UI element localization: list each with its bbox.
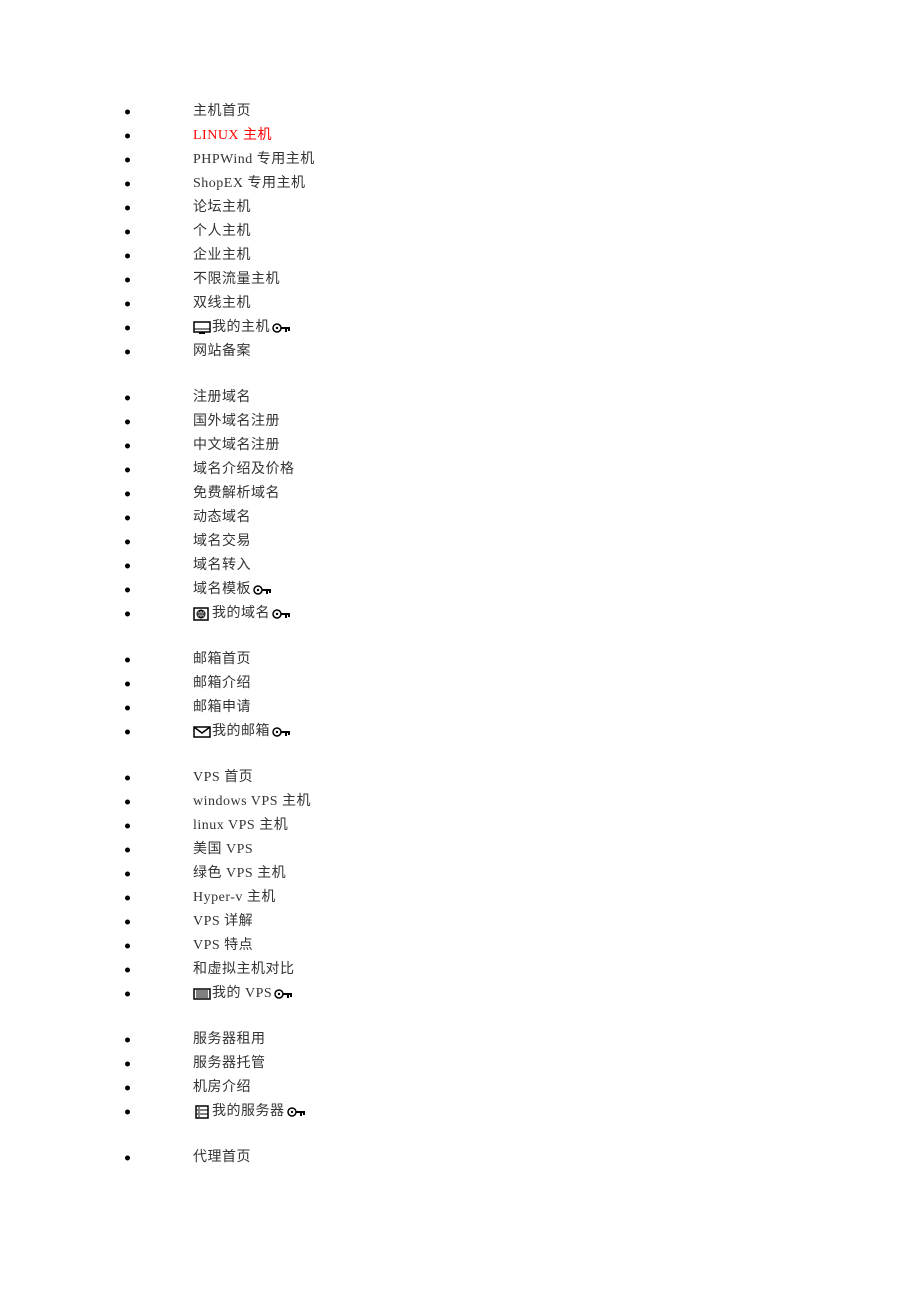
rack-icon: [193, 987, 211, 1001]
nav-item[interactable]: 双线主机: [120, 292, 920, 316]
nav-item-label: Hyper-v 主机: [193, 886, 276, 910]
nav-item-label: 我的主机: [212, 316, 270, 340]
nav-item-label: 免费解析域名: [193, 482, 280, 506]
nav-item[interactable]: 域名模板: [120, 578, 920, 602]
key-icon: [272, 608, 292, 620]
nav-item-label: 主机首页: [193, 100, 251, 124]
nav-item[interactable]: 代理首页: [120, 1146, 920, 1170]
key-icon: [274, 988, 294, 1000]
nav-item[interactable]: 域名交易: [120, 530, 920, 554]
nav-group-mail: 邮箱首页邮箱介绍邮箱申请我的邮箱: [120, 648, 920, 744]
key-icon: [287, 1106, 307, 1118]
nav-item-label: 论坛主机: [193, 196, 251, 220]
nav-item[interactable]: 主机首页: [120, 100, 920, 124]
nav-item[interactable]: linux VPS 主机: [120, 814, 920, 838]
nav-item-label: 域名介绍及价格: [193, 458, 295, 482]
nav-group-vps: VPS 首页windows VPS 主机linux VPS 主机美国 VPS绿色…: [120, 766, 920, 1006]
nav-item-label: 动态域名: [193, 506, 251, 530]
nav-item-label: 注册域名: [193, 386, 251, 410]
nav-item[interactable]: 国外域名注册: [120, 410, 920, 434]
nav-item-label: VPS 详解: [193, 910, 253, 934]
nav-item-label: linux VPS 主机: [193, 814, 288, 838]
nav-item[interactable]: VPS 详解: [120, 910, 920, 934]
nav-item-label: 服务器租用: [193, 1028, 266, 1052]
nav-item-label: 域名交易: [193, 530, 251, 554]
nav-item[interactable]: windows VPS 主机: [120, 790, 920, 814]
nav-item[interactable]: Hyper-v 主机: [120, 886, 920, 910]
nav-item-label: 邮箱申请: [193, 696, 251, 720]
nav-item[interactable]: 我的邮箱: [120, 720, 920, 744]
nav-item[interactable]: 机房介绍: [120, 1076, 920, 1100]
nav-item[interactable]: VPS 特点: [120, 934, 920, 958]
nav-item-label: 网站备案: [193, 340, 251, 364]
key-icon: [272, 726, 292, 738]
nav-item-label: 服务器托管: [193, 1052, 266, 1076]
nav-item-label: 企业主机: [193, 244, 251, 268]
nav-item[interactable]: 免费解析域名: [120, 482, 920, 506]
nav-item[interactable]: 网站备案: [120, 340, 920, 364]
nav-item[interactable]: 邮箱申请: [120, 696, 920, 720]
nav-item-label: 不限流量主机: [193, 268, 280, 292]
nav-item[interactable]: 域名转入: [120, 554, 920, 578]
nav-item[interactable]: 注册域名: [120, 386, 920, 410]
nav-item-label: 绿色 VPS 主机: [193, 862, 286, 886]
nav-item-label: 我的服务器: [212, 1100, 285, 1124]
nav-group-domain: 注册域名国外域名注册中文域名注册域名介绍及价格免费解析域名动态域名域名交易域名转…: [120, 386, 920, 626]
server-icon: [193, 1105, 211, 1119]
nav-item[interactable]: 动态域名: [120, 506, 920, 530]
nav-item-label: ShopEX 专用主机: [193, 172, 305, 196]
nav-item[interactable]: 我的主机: [120, 316, 920, 340]
nav-item[interactable]: 个人主机: [120, 220, 920, 244]
nav-item-label: 机房介绍: [193, 1076, 251, 1100]
nav-group-server: 服务器租用服务器托管机房介绍我的服务器: [120, 1028, 920, 1124]
nav-item-label: 国外域名注册: [193, 410, 280, 434]
nav-item-label: VPS 首页: [193, 766, 253, 790]
nav-item[interactable]: 邮箱首页: [120, 648, 920, 672]
nav-item[interactable]: VPS 首页: [120, 766, 920, 790]
nav-item[interactable]: LINUX 主机: [120, 124, 920, 148]
nav-item[interactable]: ShopEX 专用主机: [120, 172, 920, 196]
nav-item-label: 代理首页: [193, 1146, 251, 1170]
nav-item[interactable]: 我的服务器: [120, 1100, 920, 1124]
key-icon: [272, 322, 292, 334]
nav-group-agent: 代理首页: [120, 1146, 920, 1170]
nav-item-label: 邮箱介绍: [193, 672, 251, 696]
nav-item[interactable]: 和虚拟主机对比: [120, 958, 920, 982]
nav-item[interactable]: 邮箱介绍: [120, 672, 920, 696]
monitor-icon: [193, 321, 211, 335]
nav-item[interactable]: PHPWind 专用主机: [120, 148, 920, 172]
key-icon: [253, 584, 273, 596]
nav-item[interactable]: 中文域名注册: [120, 434, 920, 458]
nav-item[interactable]: 不限流量主机: [120, 268, 920, 292]
nav-item-label: PHPWind 专用主机: [193, 148, 315, 172]
nav-menu-container: 主机首页LINUX 主机PHPWind 专用主机ShopEX 专用主机论坛主机个…: [120, 100, 920, 1170]
nav-item[interactable]: 论坛主机: [120, 196, 920, 220]
nav-item-label: 和虚拟主机对比: [193, 958, 295, 982]
nav-group-hosting: 主机首页LINUX 主机PHPWind 专用主机ShopEX 专用主机论坛主机个…: [120, 100, 920, 364]
nav-item-label: windows VPS 主机: [193, 790, 311, 814]
nav-item-label: LINUX 主机: [193, 124, 272, 148]
nav-item-label: 美国 VPS: [193, 838, 253, 862]
nav-item-label: 个人主机: [193, 220, 251, 244]
nav-item-label: 我的 VPS: [212, 982, 272, 1006]
nav-item[interactable]: 域名介绍及价格: [120, 458, 920, 482]
nav-item-label: 邮箱首页: [193, 648, 251, 672]
nav-item-label: 我的域名: [212, 602, 270, 626]
nav-item-label: 域名模板: [193, 578, 251, 602]
nav-item[interactable]: 我的 VPS: [120, 982, 920, 1006]
nav-item[interactable]: 服务器租用: [120, 1028, 920, 1052]
nav-item[interactable]: 我的域名: [120, 602, 920, 626]
nav-item[interactable]: 服务器托管: [120, 1052, 920, 1076]
globe-icon: [193, 607, 211, 621]
nav-item[interactable]: 企业主机: [120, 244, 920, 268]
nav-item-label: 我的邮箱: [212, 720, 270, 744]
nav-item-label: VPS 特点: [193, 934, 253, 958]
nav-item-label: 双线主机: [193, 292, 251, 316]
nav-item[interactable]: 美国 VPS: [120, 838, 920, 862]
envelope-icon: [193, 725, 211, 739]
nav-item-label: 域名转入: [193, 554, 251, 578]
nav-item[interactable]: 绿色 VPS 主机: [120, 862, 920, 886]
nav-item-label: 中文域名注册: [193, 434, 280, 458]
